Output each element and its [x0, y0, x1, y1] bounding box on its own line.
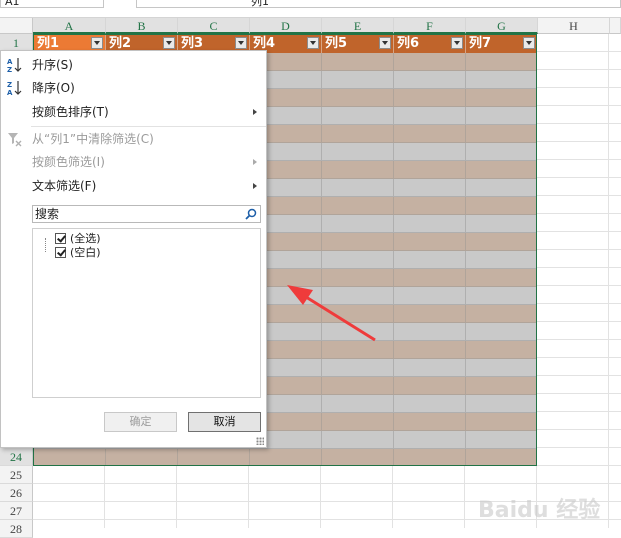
annotation-arrow-icon [287, 285, 376, 342]
